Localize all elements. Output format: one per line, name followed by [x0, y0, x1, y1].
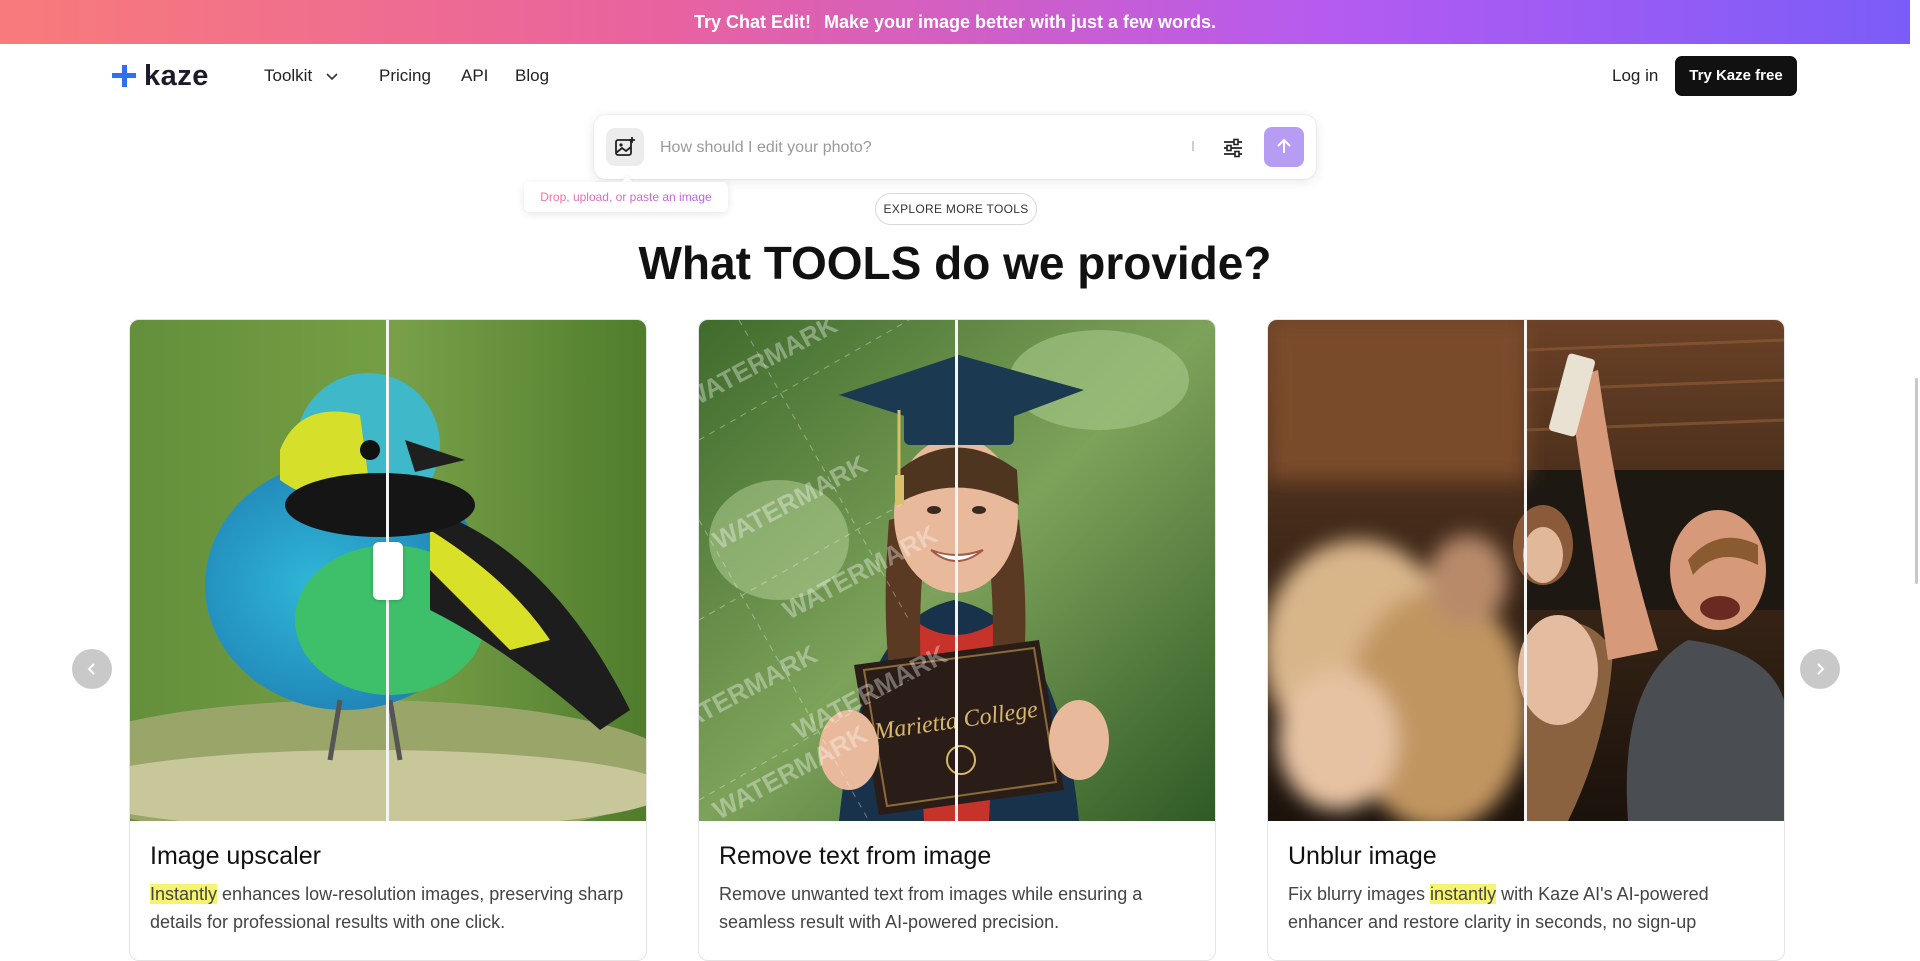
card-description: Remove unwanted text from images while e…	[719, 884, 1143, 932]
chat-edit-box	[594, 115, 1316, 179]
arrow-up-icon	[1277, 138, 1291, 153]
comparison-slider-handle[interactable]	[373, 542, 403, 600]
scrollbar[interactable]	[1915, 378, 1918, 584]
nav-toolkit-label: Toolkit	[264, 66, 313, 85]
nav-pricing[interactable]: Pricing	[379, 66, 431, 86]
banner-headline: Try Chat Edit!	[693, 12, 811, 32]
card-title: Remove text from image	[719, 842, 992, 870]
sliders-icon	[1224, 138, 1242, 158]
comparison-divider[interactable]	[1524, 320, 1527, 821]
kaze-logo-icon	[112, 65, 136, 87]
carousel-prev-button[interactable]	[72, 649, 112, 689]
tool-card-unblur[interactable]: Unblur image Fix blurry images instantly…	[1267, 319, 1785, 961]
try-kaze-free-button[interactable]: Try Kaze free	[1675, 56, 1797, 96]
card-title: Image upscaler	[150, 842, 321, 870]
card-description: Instantly enhances low-resolution images…	[150, 880, 630, 936]
chevron-down-icon	[326, 72, 338, 80]
card-title: Unblur image	[1288, 842, 1437, 870]
unblur-before-after-image[interactable]	[1268, 320, 1784, 821]
top-nav: kaze Toolkit Pricing API Blog Log in Try…	[0, 44, 1910, 108]
chevron-left-icon	[87, 663, 95, 675]
login-link[interactable]: Log in	[1612, 66, 1658, 86]
remove-text-before-after-image[interactable]: Marietta College WATERMARK WATERMARK WAT…	[699, 320, 1215, 821]
nav-toolkit[interactable]: Toolkit	[264, 66, 339, 86]
chevron-right-icon	[1817, 663, 1825, 675]
brand-logo[interactable]: kaze	[112, 59, 209, 92]
send-button[interactable]	[1264, 127, 1304, 167]
description-text-pre: Fix blurry images	[1288, 884, 1431, 904]
carousel-next-button[interactable]	[1800, 649, 1840, 689]
brand-name: kaze	[144, 59, 209, 92]
highlighted-word: Instantly	[150, 884, 218, 904]
explore-more-tools-button[interactable]: EXPLORE MORE TOOLS	[875, 193, 1037, 225]
comparison-divider[interactable]	[955, 320, 958, 821]
tool-card-image-upscaler[interactable]: Image upscaler Instantly enhances low-re…	[129, 319, 647, 961]
upload-tooltip-text: Drop, upload, or paste an image	[540, 190, 712, 204]
upload-tooltip: Drop, upload, or paste an image	[524, 182, 728, 212]
upload-image-button[interactable]	[606, 128, 644, 166]
tool-card-remove-text[interactable]: Marietta College WATERMARK WATERMARK WAT…	[698, 319, 1216, 961]
description-text: enhances low-resolution images, preservi…	[150, 884, 624, 932]
nav-blog[interactable]: Blog	[515, 66, 549, 86]
promo-banner[interactable]: Try Chat Edit! Make your image better wi…	[0, 0, 1910, 44]
settings-button[interactable]	[1220, 135, 1246, 161]
edit-prompt-input[interactable]	[658, 135, 1142, 161]
input-divider	[1192, 141, 1194, 151]
image-upload-icon	[615, 137, 635, 156]
upscaler-before-after-image[interactable]	[130, 320, 646, 821]
highlighted-word: instantly	[1430, 884, 1497, 904]
card-description: Fix blurry images instantly with Kaze AI…	[1288, 880, 1768, 936]
section-title: What TOOLS do we provide?	[638, 237, 1272, 289]
nav-api[interactable]: API	[461, 66, 488, 86]
banner-subline: Make your image better with just a few w…	[823, 12, 1217, 32]
